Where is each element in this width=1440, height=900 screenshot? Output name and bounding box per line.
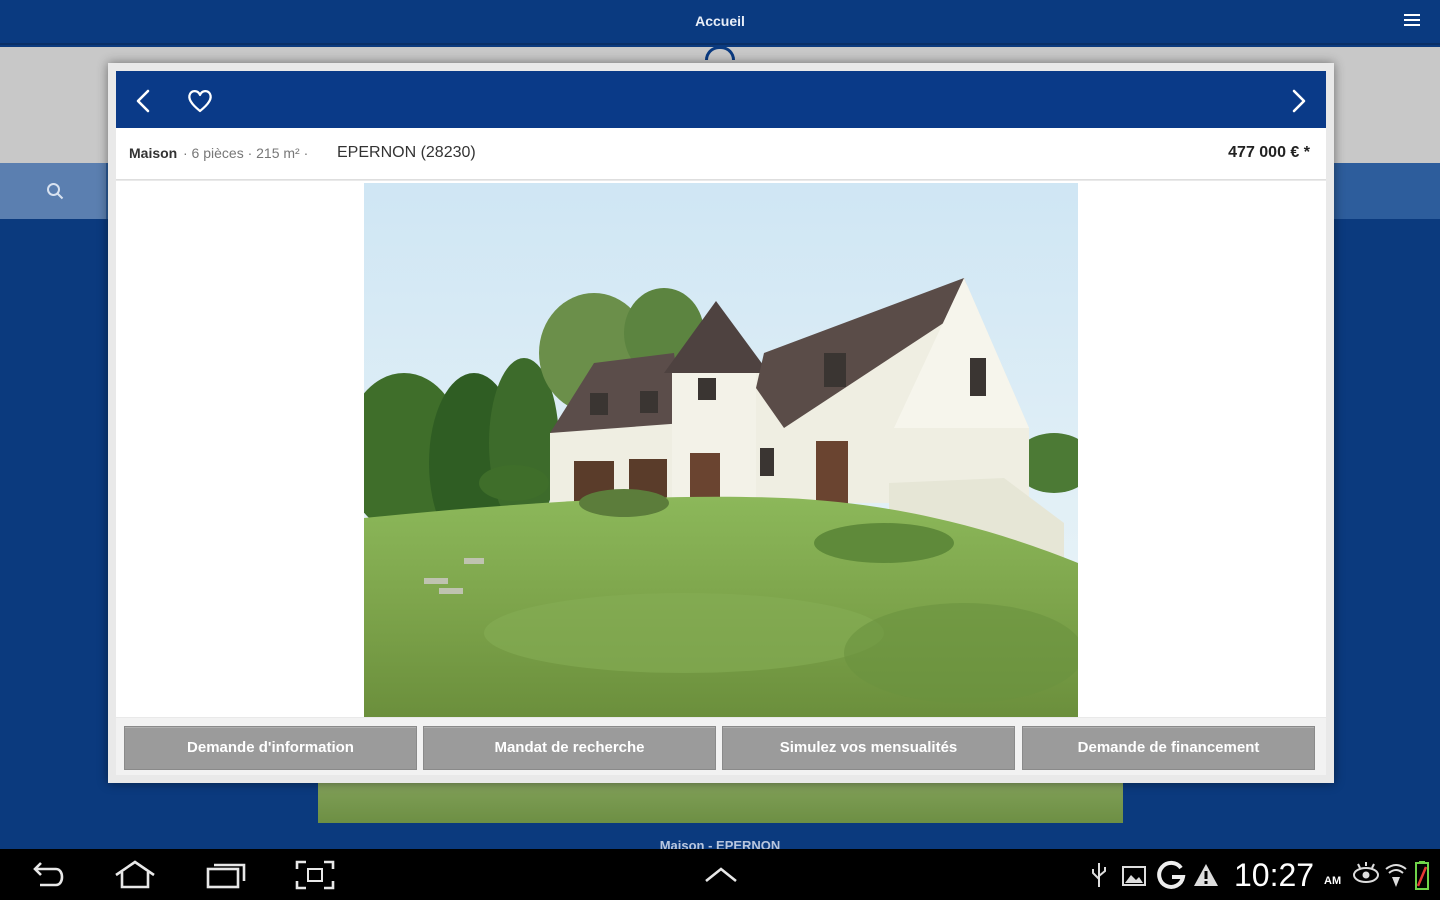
search-mandate-button[interactable]: Mandat de recherche: [423, 726, 716, 770]
simulate-payments-button[interactable]: Simulez vos mensualités: [722, 726, 1015, 770]
listing-summary: Maison · 6 pièces · 215 m² · EPERNON (28…: [116, 128, 1326, 180]
listing-type: Maison: [129, 145, 178, 161]
home-icon[interactable]: [112, 859, 158, 891]
listing-details: · 6 pièces · 215 m² ·: [183, 145, 309, 161]
modal-header: [116, 71, 1326, 128]
heart-icon[interactable]: [182, 83, 218, 119]
listing-city: EPERNON (28230): [337, 144, 476, 161]
eye-icon: [1353, 862, 1379, 883]
listing-price: 477 000 € *: [1228, 144, 1310, 161]
photo-viewer: [116, 181, 1326, 717]
app-title: Accueil: [695, 13, 745, 29]
back-icon[interactable]: [26, 859, 70, 891]
google-icon: [1157, 860, 1186, 889]
battery-icon: [1415, 861, 1429, 890]
chevron-left-icon[interactable]: [126, 83, 162, 119]
chevron-up-icon[interactable]: [702, 859, 740, 891]
recent-apps-icon[interactable]: [204, 859, 248, 891]
search-icon: [47, 183, 64, 200]
financing-request-button[interactable]: Demande de financement: [1022, 726, 1315, 770]
chevron-right-icon[interactable]: [1280, 83, 1316, 119]
listing-detail-modal: Maison · 6 pièces · 215 m² · EPERNON (28…: [108, 63, 1334, 783]
image-notification-icon: [1122, 866, 1146, 886]
system-navigation-bar: 10:27 AM: [0, 849, 1440, 900]
information-request-button[interactable]: Demande d'information: [124, 726, 417, 770]
clock-time: 10:27: [1234, 857, 1315, 893]
warning-icon: [1194, 864, 1218, 886]
wifi-icon: [1385, 864, 1407, 887]
clock-ampm: AM: [1324, 875, 1342, 887]
screenshot-icon[interactable]: [294, 859, 336, 891]
listing-photo[interactable]: [364, 183, 1078, 717]
action-bar: Demande d'information Mandat de recherch…: [116, 718, 1326, 775]
usb-icon: [1092, 863, 1106, 887]
hamburger-menu-icon[interactable]: [1404, 14, 1420, 28]
app-header: Accueil: [0, 0, 1440, 45]
